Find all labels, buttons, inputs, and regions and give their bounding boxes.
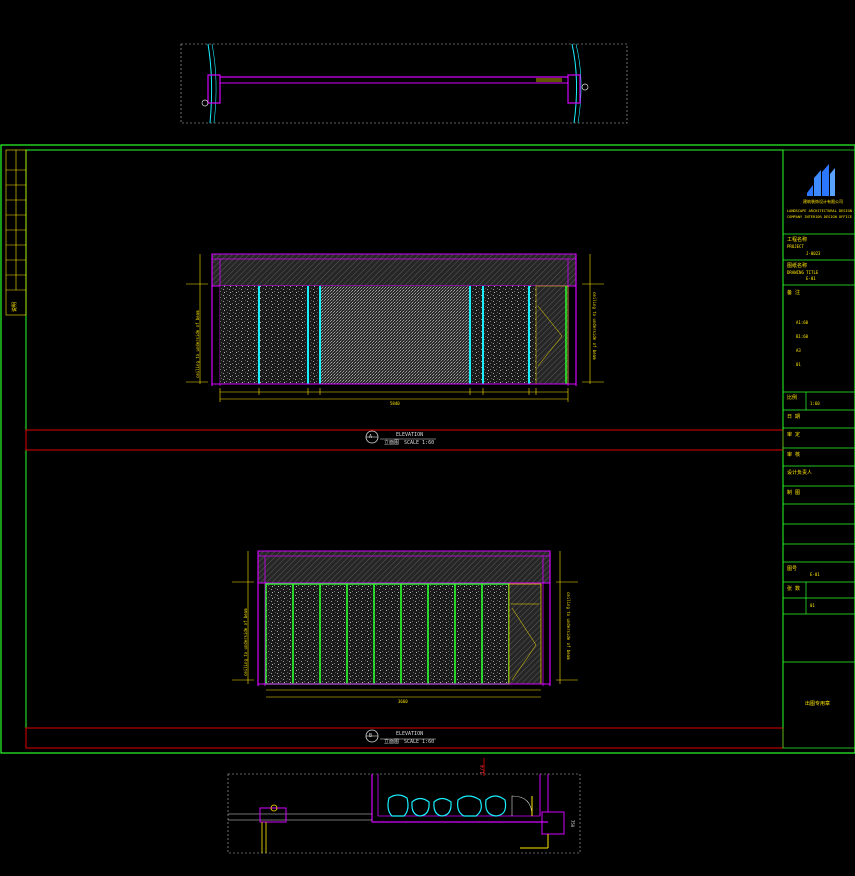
drafter-label: 制 图 <box>787 490 801 496</box>
elevation-a-marker: A <box>369 434 373 440</box>
left-strip-note: 说明 <box>12 301 18 312</box>
approved-label: 审 定 <box>787 432 801 438</box>
project-code: J-0023 <box>806 251 821 256</box>
company-name-en-1: LANDSCAPE ARCHITECTURAL DESIGN <box>787 209 852 213</box>
company-name-cn: 建筑装饰设计有限公司 <box>803 199 843 204</box>
plan-tag: 1/4 <box>480 764 486 774</box>
drawing-code: E-01 <box>806 276 816 281</box>
design-label: 设计负责人 <box>787 470 813 476</box>
elevation-a-scale: SCALE 1:60 <box>404 440 435 446</box>
notes-item-2: B1:60 <box>796 334 809 339</box>
elevation-a-overall-dim: 5840 <box>390 401 400 406</box>
checked-label: 审 核 <box>787 452 801 458</box>
scale-value: 1:60 <box>810 401 820 406</box>
drawing-label: 图纸名称 <box>787 263 808 269</box>
elevation-a <box>186 253 604 444</box>
elevation-b-marker: B <box>369 733 373 739</box>
plan-dim: 750 <box>570 820 575 828</box>
notes-item-3: A3 <box>796 348 801 353</box>
drawing-no-label: 图号 <box>787 566 798 572</box>
project-value: PROJECT <box>787 244 804 249</box>
elevation-b-left-note: ceiling to underside of beam <box>243 608 248 676</box>
elevation-b-overall-dim: 3660 <box>398 699 408 704</box>
date-label: 日 期 <box>787 414 801 420</box>
project-label: 工程名称 <box>787 237 808 243</box>
elevation-a-right-note: ceiling to underside of beam <box>592 292 597 360</box>
drawing-no-value: E-01 <box>810 572 820 577</box>
company-name-en-2: COMPANY INTERIOR DESIGN OFFICE <box>787 215 852 219</box>
elevation-b-zh: 立面图 <box>384 739 400 745</box>
elevation-b <box>232 550 578 743</box>
notes-label: 备 注 <box>787 290 801 296</box>
elevation-b-right-note: ceiling to underside of beam <box>566 592 571 660</box>
elevation-a-left-note: ceiling to underside of beam <box>195 310 200 378</box>
sheet-label: 张 数 <box>787 586 801 592</box>
stamp-text: 出图专用章 <box>805 701 831 707</box>
company-logo <box>807 164 835 196</box>
scale-label: 比例 <box>787 395 798 401</box>
elevation-b-title: ELEVATION <box>396 731 424 737</box>
sheet-value: 01 <box>810 603 815 608</box>
elevation-a-zh: 立面图 <box>384 440 400 446</box>
notes-item-1: A1:60 <box>796 320 809 325</box>
notes-item-4: 01 <box>796 362 801 367</box>
top-plan-view <box>180 43 628 124</box>
elevation-b-scale: SCALE 1:60 <box>404 739 435 745</box>
bottom-plan-view <box>227 758 581 854</box>
drawing-value: DRAWING TITLE <box>787 270 819 275</box>
elevation-a-title: ELEVATION <box>396 432 424 438</box>
